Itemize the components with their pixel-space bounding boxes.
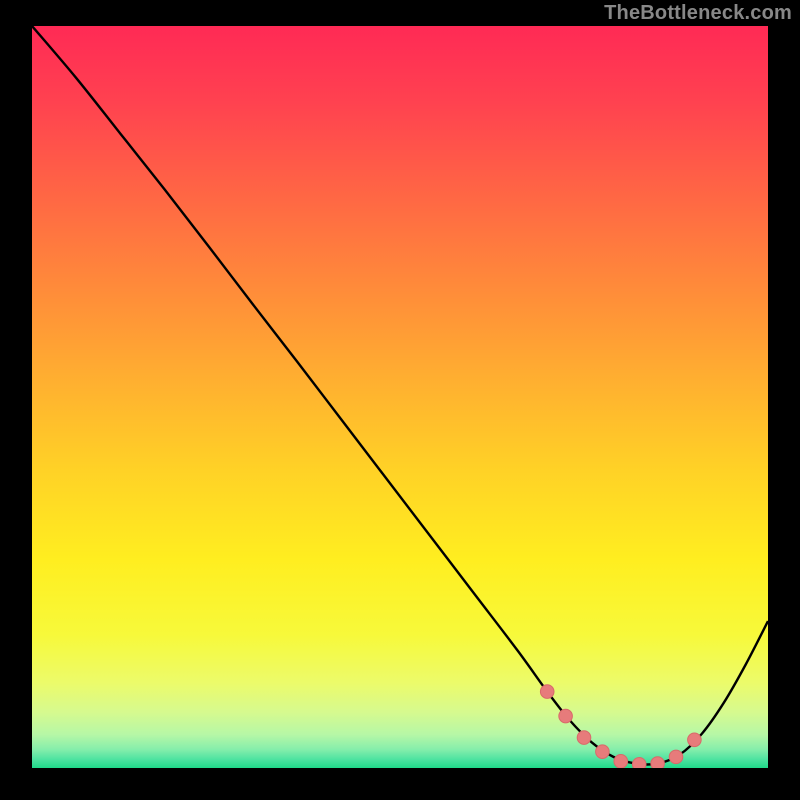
valley-marker <box>669 750 683 764</box>
valley-marker <box>577 731 591 745</box>
chart-svg <box>0 0 800 800</box>
valley-marker <box>632 757 646 771</box>
valley-marker <box>614 755 628 769</box>
gradient-background <box>32 26 768 768</box>
valley-marker <box>651 757 665 771</box>
valley-marker <box>596 745 610 759</box>
valley-marker <box>559 709 573 723</box>
valley-marker <box>688 733 702 747</box>
valley-marker <box>540 685 554 699</box>
